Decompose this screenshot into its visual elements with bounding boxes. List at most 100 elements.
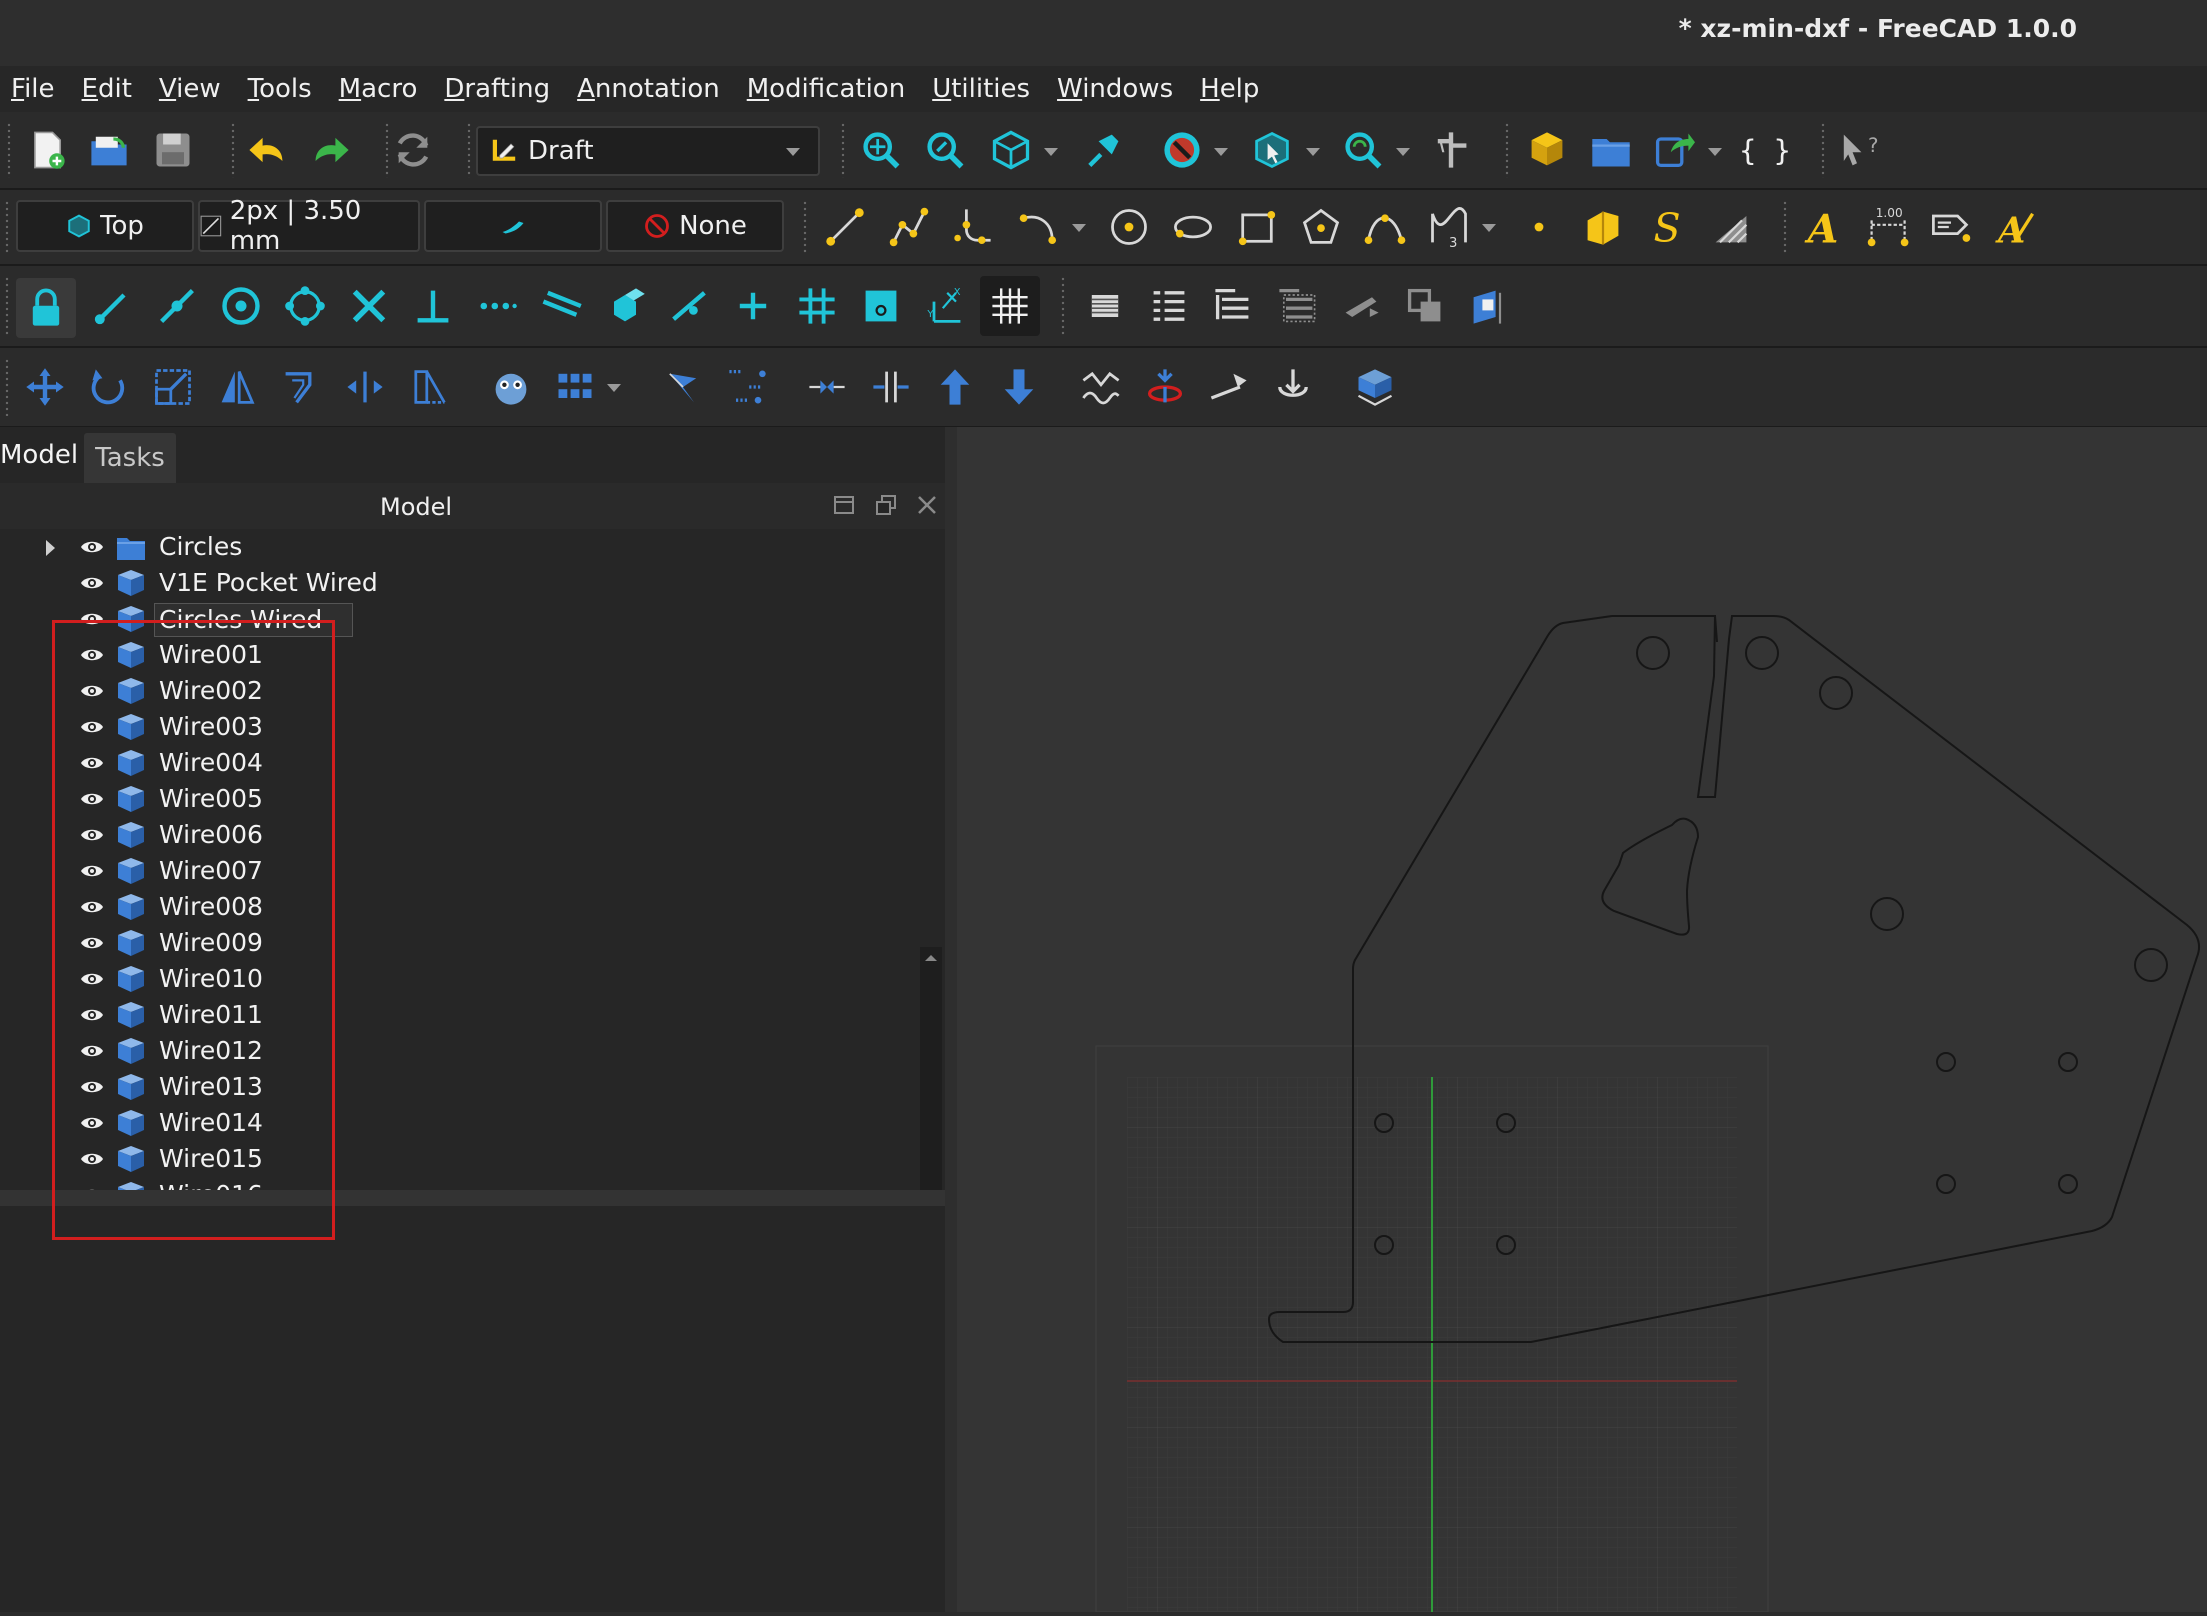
chevron-down-icon[interactable] <box>607 384 621 392</box>
add-to-group-button[interactable] <box>1206 279 1260 333</box>
set-working-plane-button[interactable] <box>1076 123 1130 177</box>
snap-perpendicular-button[interactable] <box>406 279 460 333</box>
layer-manager-button[interactable] <box>1078 279 1132 333</box>
working-plane-proxy-button[interactable] <box>1462 279 1516 333</box>
downgrade-button[interactable] <box>992 360 1046 414</box>
draw-fillet-button[interactable] <box>946 200 1000 254</box>
scale-button[interactable] <box>146 360 200 414</box>
whats-this-button[interactable]: ? <box>1830 123 1884 177</box>
draw-bspline-button[interactable] <box>1358 200 1412 254</box>
offset-button[interactable] <box>274 360 328 414</box>
toggle-grid-button[interactable] <box>980 276 1040 336</box>
slope-button[interactable] <box>1202 360 1256 414</box>
expand-arrow-icon[interactable] <box>46 540 55 556</box>
snap-intersection-button[interactable] <box>342 279 396 333</box>
shape-string-button[interactable]: S <box>1640 200 1694 254</box>
tab-tasks[interactable]: Tasks <box>84 433 176 483</box>
construction-mode-button[interactable] <box>424 200 602 252</box>
chevron-down-icon[interactable] <box>1396 148 1410 156</box>
menu-modification[interactable]: Modification <box>736 66 921 112</box>
add-to-layer-button[interactable] <box>1142 279 1196 333</box>
create-group-button[interactable] <box>1584 123 1638 177</box>
panel-close-button[interactable] <box>915 493 939 517</box>
select-group-button[interactable] <box>1270 279 1324 333</box>
draw-point-button[interactable] <box>1512 200 1566 254</box>
menu-view[interactable]: View <box>148 66 237 112</box>
wire-to-bspline-button[interactable] <box>1074 360 1128 414</box>
python-console-button[interactable]: { } <box>1738 123 1792 177</box>
draw-polyline-button[interactable] <box>882 200 936 254</box>
undo-button[interactable] <box>240 123 294 177</box>
draw-circle-button[interactable] <box>1102 200 1156 254</box>
menu-tools[interactable]: Tools <box>237 66 328 112</box>
panel-float-button[interactable] <box>874 493 898 517</box>
snap-dimensions-button[interactable]: YX <box>918 279 972 333</box>
clone-button[interactable] <box>1398 279 1452 333</box>
chevron-down-icon[interactable] <box>1708 148 1722 156</box>
label-button[interactable] <box>1924 200 1978 254</box>
snap-midpoint-button[interactable] <box>150 279 204 333</box>
menu-macro[interactable]: Macro <box>328 66 434 112</box>
sync-view-button[interactable] <box>1336 123 1390 177</box>
3d-viewport[interactable] <box>957 427 2207 1613</box>
rotate-button[interactable] <box>82 360 136 414</box>
create-part-button[interactable] <box>1520 123 1574 177</box>
measure-button[interactable] <box>1424 123 1478 177</box>
move-to-construction-button[interactable] <box>1334 279 1388 333</box>
draft-to-sketch-convert-button[interactable] <box>1138 360 1192 414</box>
line-style-selector[interactable]: 2px | 3.50 mm <box>198 196 420 256</box>
panel-minimize-button[interactable] <box>832 493 856 517</box>
path-array-button[interactable] <box>656 360 710 414</box>
save-document-button[interactable] <box>146 123 200 177</box>
tree-item[interactable]: Circles <box>0 529 920 565</box>
chevron-down-icon[interactable] <box>1306 148 1320 156</box>
main-splitter[interactable] <box>945 427 957 1612</box>
visibility-eye-icon[interactable] <box>80 575 104 591</box>
dimension-button[interactable]: 1.00 <box>1860 200 1914 254</box>
upgrade-wizard-button[interactable] <box>484 360 538 414</box>
layer-selector[interactable]: None <box>606 200 784 252</box>
workbench-selector[interactable]: Draft <box>476 126 820 176</box>
draw-bezier-button[interactable]: 3 <box>1422 200 1476 254</box>
menu-edit[interactable]: Edit <box>71 66 148 112</box>
menu-file[interactable]: File <box>0 66 71 112</box>
hatch-button[interactable] <box>1704 200 1758 254</box>
tree-item[interactable]: V1E Pocket Wired <box>0 565 920 601</box>
snap-near-button[interactable] <box>662 279 716 333</box>
point-array-button[interactable] <box>720 360 774 414</box>
snap-extension-button[interactable] <box>470 279 524 333</box>
chevron-down-icon[interactable] <box>1482 224 1496 232</box>
snap-angle-button[interactable] <box>278 279 332 333</box>
standard-views-button[interactable] <box>984 123 1038 177</box>
bounding-box-button[interactable] <box>1245 123 1299 177</box>
draw-polygon-button[interactable] <box>1294 200 1348 254</box>
fit-selection-button[interactable] <box>918 123 972 177</box>
scroll-up-arrow-icon[interactable] <box>925 955 937 961</box>
chevron-down-icon[interactable] <box>1044 148 1058 156</box>
redo-button[interactable] <box>304 123 358 177</box>
snap-parallel-button[interactable] <box>534 279 588 333</box>
chevron-down-icon[interactable] <box>1214 148 1228 156</box>
snap-ortho-button[interactable] <box>726 279 780 333</box>
menu-windows[interactable]: Windows <box>1046 66 1189 112</box>
draw-rectangle-button[interactable] <box>1230 200 1284 254</box>
annotation-styles-button[interactable]: A <box>1988 200 2042 254</box>
draw-arc-button[interactable] <box>1012 200 1066 254</box>
split-button[interactable] <box>864 360 918 414</box>
menu-annotation[interactable]: Annotation <box>566 66 736 112</box>
open-document-button[interactable] <box>82 123 136 177</box>
snap-grid-button[interactable] <box>790 279 844 333</box>
working-plane-selector[interactable]: Top <box>16 200 194 252</box>
drawing-canvas[interactable] <box>957 427 2207 1613</box>
refresh-button[interactable] <box>386 123 440 177</box>
new-document-button[interactable] <box>20 123 74 177</box>
upgrade-button[interactable] <box>928 360 982 414</box>
text-annotation-button[interactable]: A <box>1796 200 1850 254</box>
stretch-button[interactable] <box>338 360 392 414</box>
array-button[interactable] <box>548 360 602 414</box>
move-button[interactable] <box>18 360 72 414</box>
tab-model[interactable]: Model <box>0 427 78 483</box>
join-button[interactable] <box>800 360 854 414</box>
draw-line-button[interactable] <box>818 200 872 254</box>
visibility-eye-icon[interactable] <box>80 539 104 555</box>
